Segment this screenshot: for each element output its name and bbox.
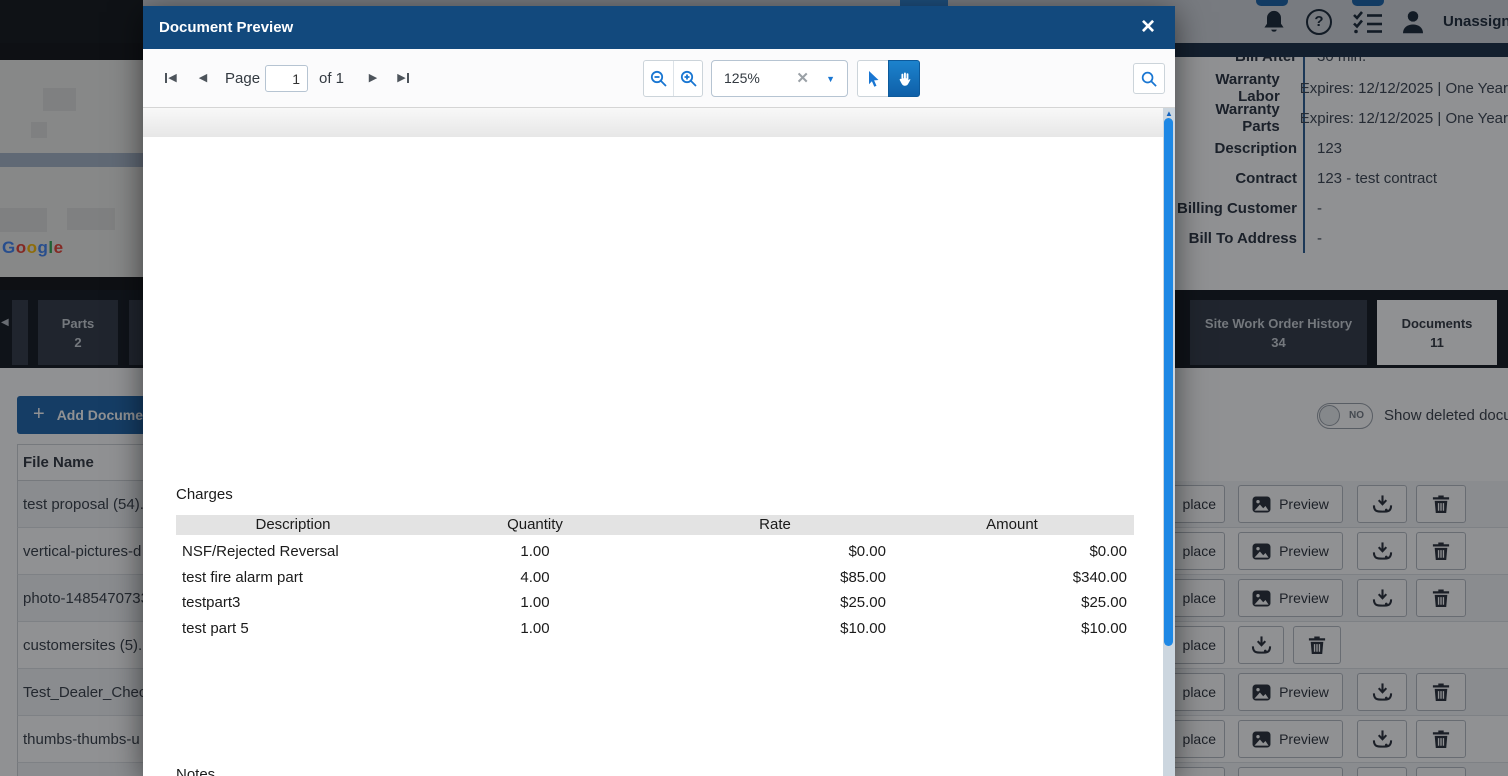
charge-quantity: 4.00: [520, 568, 550, 586]
charges-title: Charges: [176, 486, 233, 503]
close-icon[interactable]: ×: [1135, 6, 1161, 47]
charge-rate: $0.00: [848, 543, 886, 560]
charges-row: test part 5 1.00 $10.00 $10.00: [176, 616, 1134, 642]
pointer-tool-group: [857, 60, 920, 97]
charges-column-header: Rate: [759, 516, 791, 533]
charges-table-rows: NSF/Rejected Reversal 1.00 $0.00 $0.00 t…: [176, 539, 1134, 641]
cursor-tool-icon[interactable]: [857, 60, 888, 97]
charge-quantity: 1.00: [520, 619, 550, 637]
charge-amount: $340.00: [1072, 568, 1127, 586]
charge-description: testpart3: [182, 594, 241, 611]
charges-section: Charges Description Quantity Rate Amount NS…: [176, 486, 1134, 641]
charge-rate: $25.00: [840, 594, 886, 611]
charge-amount: $10.00: [1081, 619, 1127, 637]
charge-description: NSF/Rejected Reversal: [182, 543, 339, 560]
charges-column-header: Description: [255, 516, 331, 533]
document-preview-area: Charges Description Quantity Rate Amount NS…: [143, 108, 1175, 776]
charge-rate: $85.00: [840, 568, 886, 586]
page-label: Page: [225, 70, 261, 87]
clear-icon[interactable]: ✕: [796, 61, 809, 96]
screen: ? Unassigned Google Bill After 30 min. W…: [0, 0, 1508, 776]
next-page-icon[interactable]: ▶: [361, 67, 385, 89]
dropdown-caret-icon[interactable]: ▼: [826, 61, 835, 97]
charges-column-header: Amount: [986, 516, 1038, 533]
zoom-button-group: [643, 60, 703, 97]
charge-quantity: 1.00: [520, 594, 550, 611]
preview-scrollbar[interactable]: ▲: [1163, 108, 1175, 776]
last-page-icon[interactable]: ▶: [391, 67, 415, 89]
charges-row: testpart3 1.00 $25.00 $25.00: [176, 590, 1134, 616]
scrollbar-thumb[interactable]: [1164, 118, 1173, 646]
charge-amount: $25.00: [1081, 594, 1127, 611]
document-page: Charges Description Quantity Rate Amount NS…: [143, 137, 1163, 776]
modal-title: Document Preview: [159, 19, 294, 36]
zoom-level-value: 125%: [724, 70, 760, 86]
search-icon[interactable]: [1133, 63, 1165, 94]
zoom-level-select[interactable]: 125% ✕ ▼: [711, 60, 848, 97]
hand-tool-icon[interactable]: [888, 60, 920, 97]
preview-toolbar: ◀ ◀ Page of 1 ▶ ▶ 125% ✕ ▼: [143, 49, 1175, 108]
charge-quantity: 1.00: [520, 543, 550, 560]
charge-rate: $10.00: [840, 619, 886, 637]
zoom-in-icon[interactable]: [673, 61, 702, 96]
page-number-input[interactable]: [265, 65, 308, 92]
charges-row: test fire alarm part 4.00 $85.00 $340.00: [176, 565, 1134, 591]
previous-page-icon[interactable]: ◀: [191, 67, 215, 89]
zoom-out-icon[interactable]: [644, 61, 673, 96]
charges-column-header: Quantity: [507, 516, 563, 533]
modal-header: Document Preview ×: [143, 6, 1175, 49]
notes-title: Notes: [176, 766, 216, 776]
page-of-label: of 1: [319, 70, 345, 87]
page-margin-gap: [143, 108, 1175, 137]
document-preview-modal: Document Preview × ◀ ◀ Page of 1 ▶ ▶: [143, 6, 1175, 776]
charges-row: NSF/Rejected Reversal 1.00 $0.00 $0.00: [176, 539, 1134, 565]
charge-description: test fire alarm part: [182, 568, 303, 586]
charge-description: test part 5: [182, 619, 249, 637]
charge-amount: $0.00: [1089, 543, 1127, 560]
charges-table-header: Description Quantity Rate Amount: [176, 515, 1134, 535]
first-page-icon[interactable]: ◀: [159, 67, 183, 89]
scrollbar-up-icon[interactable]: ▲: [1163, 109, 1175, 118]
